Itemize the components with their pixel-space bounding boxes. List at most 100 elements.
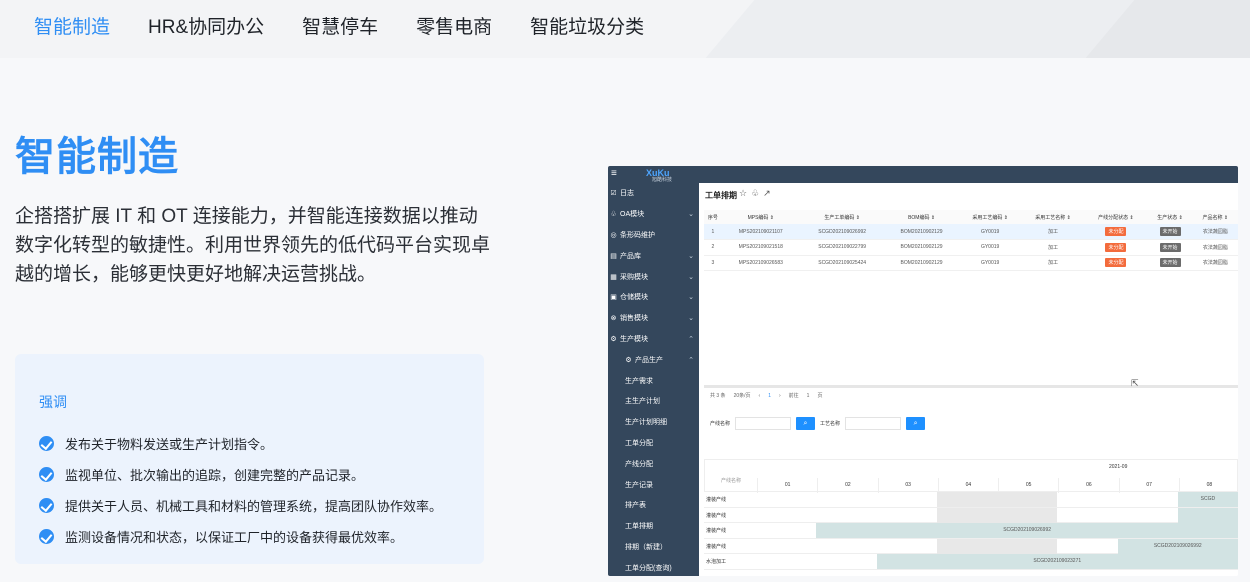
table-header-cell[interactable]: 产线分配状态 ⇕ bbox=[1084, 210, 1148, 224]
sidebar-item[interactable]: 工单分配(查询) bbox=[608, 557, 699, 576]
table-header-row: 序号 MPS编码 ⇕ 生产工单编码 ⇕ BOM编码 ⇕ 采用工艺编码 ⇕ 采用工艺名称 ⇕… bbox=[704, 210, 1238, 224]
sidebar-item[interactable]: ▣ 仓储模块 ⌄ bbox=[608, 287, 699, 308]
gantt-day: 04 bbox=[937, 478, 998, 493]
table-cell: 未分配 bbox=[1084, 239, 1148, 256]
gantt-bar[interactable] bbox=[1177, 507, 1238, 523]
solution-tabs: 智能制造 HR&协同办公 智慧停车 零售电商 智能垃圾分类 bbox=[34, 0, 682, 50]
sidebar-item[interactable]: 排产表 bbox=[608, 495, 699, 516]
sidebar-item[interactable]: ⚙ 产品生产 ⌃ bbox=[608, 349, 699, 370]
emphasis-list: 发布关于物料发送或生产计划指令。 监视单位、批次输出的追踪，创建完整的产品记录。… bbox=[39, 428, 442, 552]
gantt-row: SCGD202109023271 水泡加工 bbox=[704, 554, 1238, 570]
sidebar-item[interactable]: ▤ 产品库 ⌄ bbox=[608, 245, 699, 266]
sidebar-item-label: 生产模块 bbox=[620, 335, 648, 343]
table-header-cell[interactable]: 采用工艺编码 ⇕ bbox=[958, 210, 1022, 224]
line-name-input[interactable] bbox=[735, 417, 792, 430]
sidebar-item[interactable]: 生产记录 bbox=[608, 474, 699, 495]
table-cell: 未开始 bbox=[1147, 255, 1193, 271]
gantt-bar[interactable]: SCGD202109026992 bbox=[1117, 538, 1238, 554]
table-header-cell[interactable]: BOM编码 ⇕ bbox=[884, 210, 959, 224]
current-page[interactable]: 1 bbox=[768, 393, 771, 399]
app-main: 工单排期 ☆♧↗ 序号 MPS编码 ⇕ 生产工单编码 ⇕ BOM编码 ⇕ 采用工艺编码 … bbox=[699, 183, 1238, 576]
menu-icon: ▦ bbox=[610, 273, 617, 281]
menu-icon: ▣ bbox=[610, 294, 617, 302]
sidebar-item[interactable]: 主生产计划 bbox=[608, 391, 699, 412]
sidebar-item[interactable]: 工单分配 bbox=[608, 433, 699, 454]
gantt-days: 01 02 03 04 05 06 07 08 bbox=[757, 478, 1238, 493]
table-header-cell[interactable]: MPS编码 ⇕ bbox=[721, 210, 800, 224]
tab-hr-collab[interactable]: HR&协同办公 bbox=[148, 12, 264, 39]
emphasis-title: 强调 bbox=[39, 394, 67, 410]
sidebar-item[interactable]: ▦ 采购模块 ⌄ bbox=[608, 266, 699, 287]
list-item: 监测设备情况和状态，以保证工厂中的设备获得最优效率。 bbox=[39, 521, 442, 552]
process-name-input[interactable] bbox=[845, 417, 902, 430]
filter-bar: 产线名称 ⌕ 工艺名称 ⌕ bbox=[710, 417, 926, 430]
gantt-bar[interactable]: SCGD bbox=[1177, 492, 1238, 507]
search-icon: ⌕ bbox=[803, 420, 808, 427]
tab-retail[interactable]: 零售电商 bbox=[416, 12, 492, 39]
menu-icon: ☑ bbox=[610, 190, 617, 198]
gantt-bar[interactable]: SCGD202109023271 bbox=[876, 554, 1238, 569]
table-cell: 未分配 bbox=[1084, 224, 1148, 240]
list-item: 监视单位、批次输出的追踪，创建完整的产品记录。 bbox=[39, 459, 442, 490]
table-row[interactable]: 3 MPS202109026583 SCGD202109025424 BOM20210… bbox=[704, 255, 1238, 271]
sitemap-icon[interactable]: ♧ bbox=[751, 188, 763, 198]
table-row[interactable]: 2 MPS202109021518 SCGD202109022799 BOM20210… bbox=[704, 239, 1238, 256]
sidebar-item-label: 生产记录 bbox=[625, 481, 653, 489]
sidebar-item[interactable]: ♧ OA模块 ⌄ bbox=[608, 204, 699, 225]
sidebar-item-label: 条形码维护 bbox=[620, 231, 655, 239]
search-button[interactable]: ⌕ bbox=[796, 417, 816, 430]
table-cell: BOM20210902129 bbox=[884, 255, 959, 271]
sidebar-item-label: 生产需求 bbox=[625, 377, 653, 385]
table-cell: SCGD202109026992 bbox=[799, 224, 885, 240]
gantt-shade bbox=[936, 492, 1058, 507]
table-cell: GY0019 bbox=[958, 255, 1022, 271]
tab-smart-parking[interactable]: 智慧停车 bbox=[302, 12, 378, 39]
sidebar-item-label: 产品库 bbox=[620, 252, 641, 260]
list-item: 发布关于物料发送或生产计划指令。 bbox=[39, 428, 442, 459]
work-order-table: 序号 MPS编码 ⇕ 生产工单编码 ⇕ BOM编码 ⇕ 采用工艺编码 ⇕ 采用工艺名称 ⇕… bbox=[704, 210, 1238, 271]
page-unit: 页 bbox=[817, 393, 823, 399]
sidebar-item-label: 生产计划明细 bbox=[625, 419, 667, 427]
search-button[interactable]: ⌕ bbox=[906, 417, 926, 430]
table-header-cell[interactable]: 生产状态 ⇕ bbox=[1147, 210, 1193, 224]
goto-input[interactable]: 1 bbox=[807, 393, 810, 399]
menu-icon: ⊗ bbox=[610, 315, 617, 323]
sidebar-item[interactable]: 产线分配 bbox=[608, 453, 699, 474]
table-header-cell[interactable]: 生产工单编码 ⇕ bbox=[799, 210, 885, 224]
chevron-icon: ⌄ bbox=[688, 294, 694, 302]
sidebar-item[interactable]: 工单排期 bbox=[608, 516, 699, 537]
table-cell: 未开始 bbox=[1147, 224, 1193, 240]
gantt-row-label: 灌装产线 bbox=[706, 512, 727, 519]
sidebar-item-label: 排期（新建） bbox=[625, 543, 667, 551]
sidebar-item[interactable]: 生产需求 bbox=[608, 370, 699, 391]
star-icon[interactable]: ☆ bbox=[739, 188, 751, 198]
table-cell: 3 bbox=[704, 255, 722, 271]
share-icon[interactable]: ↗ bbox=[763, 188, 775, 198]
prev-page-button[interactable]: ‹ bbox=[759, 393, 761, 399]
table-cell: 未开始 bbox=[1147, 239, 1193, 256]
schedule-gantt: 产线名称 2021-09 01 02 03 04 05 06 07 08 SCGD 灌装产线 灌装… bbox=[704, 459, 1238, 576]
next-page-button[interactable]: › bbox=[779, 393, 781, 399]
sidebar-item[interactable]: ☑ 日志 bbox=[608, 183, 699, 204]
sidebar-item[interactable]: ⚙ 生产模块 ⌃ bbox=[608, 329, 699, 350]
page-action-icons: ☆♧↗ bbox=[739, 188, 775, 199]
gantt-day: 06 bbox=[1058, 478, 1118, 493]
sidebar-item[interactable]: ◎ 条形码维护 bbox=[608, 225, 699, 246]
tab-smart-manufacturing[interactable]: 智能制造 bbox=[34, 12, 110, 39]
page-size-select[interactable]: 20条/页 bbox=[734, 392, 751, 399]
horizontal-scrollbar[interactable] bbox=[704, 385, 1238, 388]
gantt-bar[interactable]: SCGD202109026992 bbox=[816, 523, 1238, 538]
table-row[interactable]: 1 MPS202109021107 SCGD202109026992 BOM20210… bbox=[704, 224, 1238, 240]
hamburger-menu-icon[interactable]: ≡ bbox=[611, 168, 617, 179]
table-header-cell[interactable]: 采用工艺名称 ⇕ bbox=[1021, 210, 1085, 224]
sidebar-item[interactable]: ⊗ 销售模块 ⌄ bbox=[608, 308, 699, 329]
sidebar-item[interactable]: 排期（新建） bbox=[608, 537, 699, 558]
app-header: ≡ XuKu 旭酷科技 bbox=[608, 166, 1238, 183]
table-header-cell[interactable]: 产品名称 ⇕ bbox=[1192, 210, 1238, 224]
table-cell: 农法蔬园脂 bbox=[1192, 224, 1238, 240]
table-header-cell[interactable]: 序号 bbox=[704, 210, 722, 224]
tab-waste-sorting[interactable]: 智能垃圾分类 bbox=[530, 12, 644, 39]
gantt-shade bbox=[936, 538, 1058, 554]
sidebar-item[interactable]: 生产计划明细 bbox=[608, 412, 699, 433]
page-title: 智能制造 bbox=[15, 135, 179, 179]
